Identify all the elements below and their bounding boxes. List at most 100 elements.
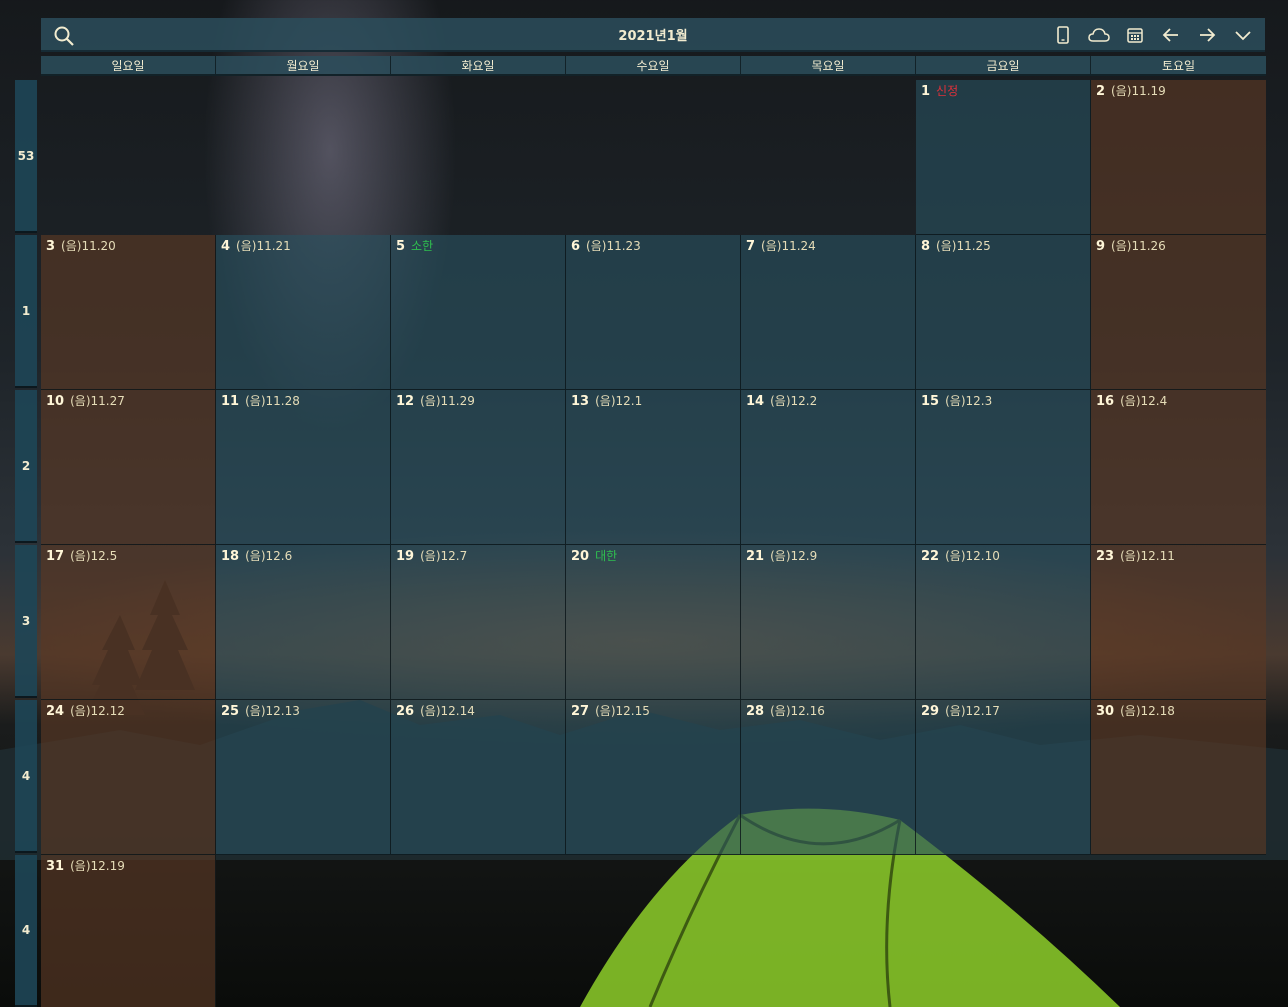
day-cell[interactable]: 21 (음)12.9 [741,545,916,700]
day-cell[interactable]: 4 (음)11.21 [216,235,391,390]
solar-term-label: 소한 [411,239,434,253]
day-cell[interactable]: 11 (음)11.28 [216,390,391,545]
day-cell[interactable]: 2 (음)11.19 [1091,80,1266,235]
lunar-date: (음)12.17 [945,704,1000,718]
day-number: 18 [221,549,240,564]
weekday-wednesday: 수요일 [566,56,741,76]
day-cell[interactable]: 6 (음)11.23 [566,235,741,390]
solar-term-label: 대한 [595,549,618,563]
day-number: 17 [46,549,65,564]
day-cell[interactable]: 25 (음)12.13 [216,700,391,855]
lunar-date: (음)12.3 [945,394,993,408]
phone-icon[interactable] [1049,24,1077,46]
lunar-date: (음)12.13 [245,704,300,718]
day-number: 12 [396,394,415,409]
lunar-date: (음)12.15 [595,704,650,718]
arrow-right-icon[interactable] [1193,24,1221,46]
lunar-date: (음)11.29 [420,394,475,408]
week-number: 2 [15,390,37,543]
lunar-date: (음)11.27 [70,394,125,408]
day-number: 8 [921,239,931,254]
cloud-icon[interactable] [1085,24,1113,46]
lunar-date: (음)12.1 [595,394,643,408]
day-cell[interactable]: 13 (음)12.1 [566,390,741,545]
day-number: 30 [1096,704,1115,719]
day-cell[interactable]: 28 (음)12.16 [741,700,916,855]
day-number: 5 [396,239,406,254]
weekday-tuesday: 화요일 [391,56,566,76]
lunar-date: (음)11.23 [586,239,641,253]
weekday-saturday: 토요일 [1091,56,1266,76]
day-cell[interactable]: 9 (음)11.26 [1091,235,1266,390]
day-number: 29 [921,704,940,719]
day-cell[interactable]: 1 신정 [916,80,1091,235]
day-cell[interactable]: 20 대한 [566,545,741,700]
day-number: 1 [921,84,931,99]
lunar-date: (음)12.14 [420,704,475,718]
day-number: 24 [46,704,65,719]
month-title[interactable]: 2021년1월 [618,25,687,44]
day-number: 15 [921,394,940,409]
holiday-label: 신정 [936,84,959,98]
day-number: 22 [921,549,940,564]
lunar-date: (음)12.18 [1120,704,1175,718]
day-cell[interactable]: 8 (음)11.25 [916,235,1091,390]
lunar-date: (음)11.20 [61,239,116,253]
day-cell[interactable]: 3 (음)11.20 [41,235,216,390]
weekday-header: 일요일 월요일 화요일 수요일 목요일 금요일 토요일 [41,56,1266,76]
day-cell[interactable]: 26 (음)12.14 [391,700,566,855]
lunar-date: (음)12.16 [770,704,825,718]
day-cell[interactable]: 15 (음)12.3 [916,390,1091,545]
week-number: 3 [15,545,37,698]
lunar-date: (음)12.5 [70,549,118,563]
day-number: 20 [571,549,590,564]
day-number: 19 [396,549,415,564]
weekday-sunday: 일요일 [41,56,216,76]
day-number: 13 [571,394,590,409]
day-cell[interactable]: 23 (음)12.11 [1091,545,1266,700]
lunar-date: (음)12.4 [1120,394,1168,408]
lunar-date: (음)12.6 [245,549,293,563]
week-number: 4 [15,700,37,853]
day-number: 10 [46,394,65,409]
day-number: 31 [46,859,65,874]
day-number: 28 [746,704,765,719]
lunar-date: (음)11.21 [236,239,291,253]
lunar-date: (음)12.11 [1120,549,1175,563]
day-number: 27 [571,704,590,719]
day-cell[interactable]: 5 소한 [391,235,566,390]
calendar-icon[interactable] [1121,24,1149,46]
day-cell[interactable]: 27 (음)12.15 [566,700,741,855]
week-number: 53 [15,80,37,233]
day-cell[interactable]: 10 (음)11.27 [41,390,216,545]
day-cell[interactable]: 31 (음)12.19 [41,855,216,1007]
calendar-grid: 1 신정 2 (음)11.19 3 (음)11.20 4 (음)11.21 5 소한 6 (음)11.… [41,80,1266,1007]
lunar-date: (음)11.25 [936,239,991,253]
day-cell[interactable]: 17 (음)12.5 [41,545,216,700]
day-number: 2 [1096,84,1106,99]
weekday-monday: 월요일 [216,56,391,76]
chevron-down-icon[interactable] [1229,24,1257,46]
day-cell[interactable]: 7 (음)11.24 [741,235,916,390]
day-cell[interactable]: 30 (음)12.18 [1091,700,1266,855]
lunar-date: (음)12.10 [945,549,1000,563]
day-cell[interactable]: 14 (음)12.2 [741,390,916,545]
lunar-date: (음)12.7 [420,549,468,563]
arrow-left-icon[interactable] [1157,24,1185,46]
day-number: 3 [46,239,56,254]
day-cell[interactable]: 16 (음)12.4 [1091,390,1266,545]
weekday-thursday: 목요일 [741,56,916,76]
day-number: 21 [746,549,765,564]
day-number: 9 [1096,239,1106,254]
day-cell[interactable]: 19 (음)12.7 [391,545,566,700]
lunar-date: (음)12.19 [70,859,125,873]
day-cell[interactable]: 18 (음)12.6 [216,545,391,700]
day-number: 6 [571,239,581,254]
search-icon[interactable] [53,25,75,47]
day-cell[interactable]: 12 (음)11.29 [391,390,566,545]
day-cell[interactable]: 24 (음)12.12 [41,700,216,855]
day-cell[interactable]: 22 (음)12.10 [916,545,1091,700]
day-cell[interactable]: 29 (음)12.17 [916,700,1091,855]
weekday-friday: 금요일 [916,56,1091,76]
day-number: 16 [1096,394,1115,409]
